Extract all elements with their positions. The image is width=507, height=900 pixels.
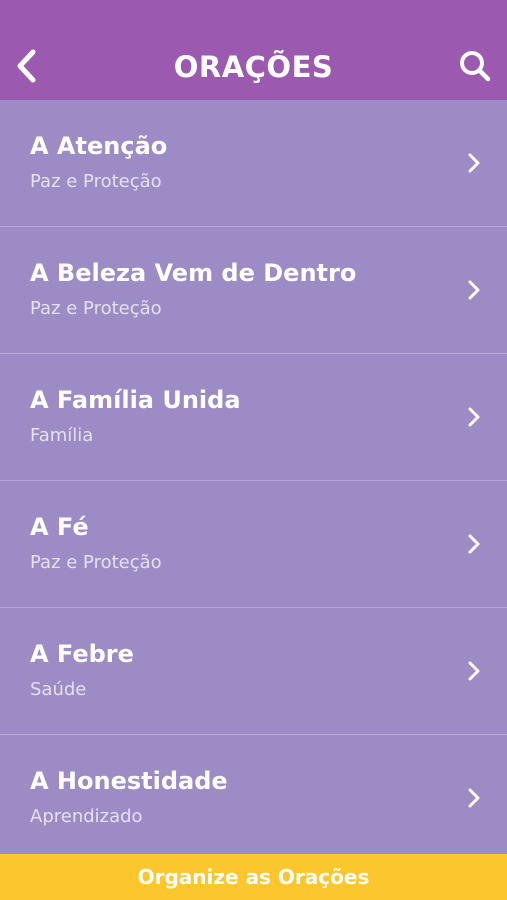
item-title: A Febre (30, 640, 134, 668)
list-item[interactable]: A Atenção Paz e Proteção (0, 100, 507, 227)
chevron-right-icon (468, 280, 480, 300)
list-item[interactable]: A Honestidade Aprendizado (0, 735, 507, 862)
item-subtitle: Família (30, 425, 94, 446)
list-item[interactable]: A Família Unida Família (0, 354, 507, 481)
list-item[interactable]: A Febre Saúde (0, 608, 507, 735)
item-subtitle: Aprendizado (30, 806, 143, 827)
app-header: ORAÇÕES (0, 0, 507, 100)
item-subtitle: Paz e Proteção (30, 171, 162, 192)
item-title: A Família Unida (30, 386, 241, 414)
search-button[interactable] (453, 44, 497, 88)
chevron-right-icon (468, 661, 480, 681)
search-icon (460, 51, 491, 82)
prayer-list: A Atenção Paz e Proteção A Beleza Vem de… (0, 100, 507, 862)
organize-prayers-label: Organize as Orações (137, 865, 370, 889)
item-title: A Atenção (30, 132, 168, 160)
item-title: A Beleza Vem de Dentro (30, 259, 357, 287)
item-subtitle: Saúde (30, 679, 87, 700)
list-item[interactable]: A Beleza Vem de Dentro Paz e Proteção (0, 227, 507, 354)
item-subtitle: Paz e Proteção (30, 298, 162, 319)
chevron-right-icon (468, 407, 480, 427)
page-title: ORAÇÕES (173, 50, 334, 84)
chevron-right-icon (468, 534, 480, 554)
chevron-right-icon (468, 153, 480, 173)
chevron-right-icon (468, 788, 480, 808)
item-title: A Honestidade (30, 767, 228, 795)
item-title: A Fé (30, 513, 89, 541)
organize-prayers-button[interactable]: Organize as Orações (0, 854, 507, 900)
list-item[interactable]: A Fé Paz e Proteção (0, 481, 507, 608)
item-subtitle: Paz e Proteção (30, 552, 162, 573)
